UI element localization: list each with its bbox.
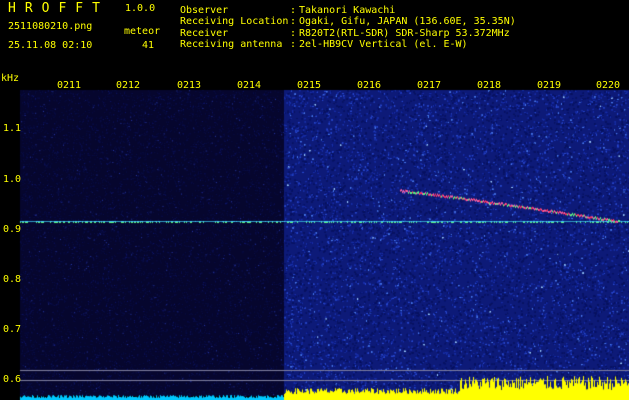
x-tick-label: 0216 [357,80,382,91]
x-tick-label: 0219 [537,80,562,91]
spectrogram [0,0,629,400]
timestamp: 25.11.08 02:10 [8,40,93,51]
receiver-value: R820T2(RTL-SDR) SDR-Sharp 53.372MHz [299,28,510,39]
meteor-label: meteor [124,26,161,37]
x-tick-label: 0217 [417,80,442,91]
antenna-label: Receiving antenna [180,39,283,50]
x-tick-label: 0218 [477,80,502,91]
file-name: 2511080210.png [8,21,93,32]
app-title: HROFFT [8,1,109,16]
y-tick-label: 0.6 [3,374,22,385]
x-tick-label: 0215 [297,80,322,91]
x-tick-label: 0211 [57,80,82,91]
x-tick-label: 0214 [237,80,262,91]
observer-colon: : [290,5,297,16]
receiver-label: Receiver [180,28,229,39]
y-tick-label: 0.7 [3,324,22,335]
antenna-colon: : [290,39,297,50]
meteor-count: 41 [142,40,155,51]
observer-label: Observer [180,5,229,16]
antenna-value: 2el-HB9CV Vertical (el. E-W) [299,39,468,50]
y-tick-label: 0.9 [3,224,22,235]
y-tick-label: 0.8 [3,274,22,285]
location-colon: : [290,16,297,27]
observer-value: Takanori Kawachi [299,5,396,16]
receiver-colon: : [290,28,297,39]
y-tick-label: 1.1 [3,123,22,134]
x-tick-label: 0212 [116,80,141,91]
x-tick-label: 0213 [177,80,202,91]
location-label: Receiving Location [180,16,289,27]
location-value: Ogaki, Gifu, JAPAN (136.60E, 35.35N) [299,16,516,27]
y-tick-label: 1.0 [3,174,22,185]
app-version: 1.0.0 [125,3,156,14]
hrofft-window: HROFFT 1.0.0 2511080210.png meteor 25.11… [0,0,629,400]
x-tick-label: 0220 [596,80,621,91]
y-axis-unit: kHz [1,73,20,84]
